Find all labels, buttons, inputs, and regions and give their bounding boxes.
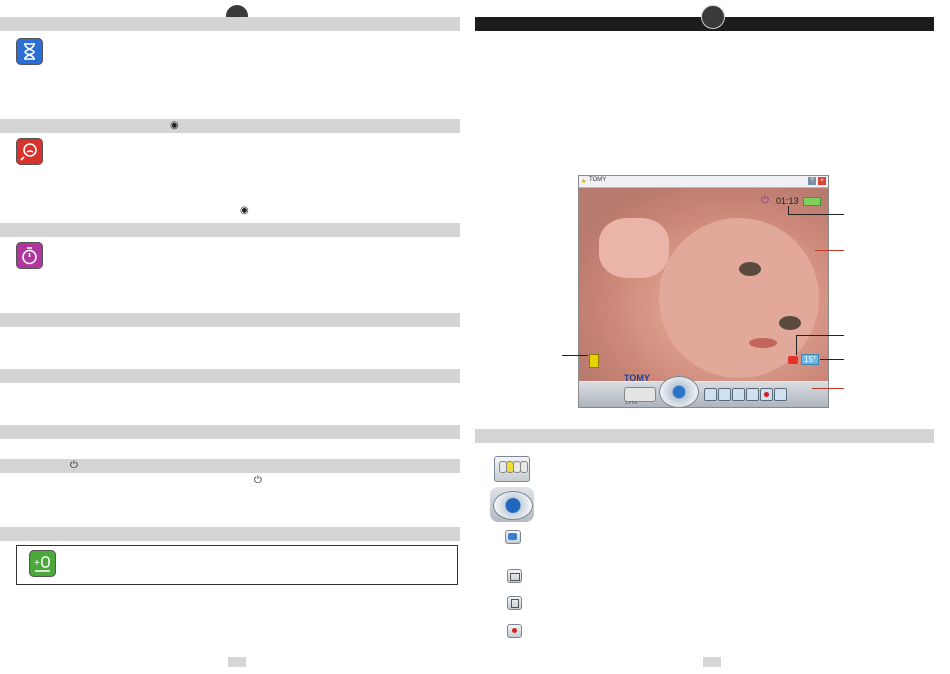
camera-numbers: 1 2 3 4 xyxy=(625,400,638,405)
direction-pad[interactable] xyxy=(659,376,699,407)
callout-line-timer-v xyxy=(788,206,789,215)
camera-selector-legend-icon xyxy=(494,456,530,482)
section-bar-7 xyxy=(0,459,460,473)
baby-eye-right xyxy=(779,316,801,330)
temperature-badge: 15° xyxy=(801,354,820,365)
fullscreen-button[interactable] xyxy=(704,388,717,401)
section-bar-8 xyxy=(0,527,460,541)
app-title: TOMY xyxy=(589,177,607,183)
snapshot-button[interactable] xyxy=(732,388,745,401)
folio-left xyxy=(228,657,246,667)
app-logo-icon: ★ xyxy=(581,179,587,185)
settings-button[interactable] xyxy=(774,388,787,401)
stopwatch-icon xyxy=(16,242,43,269)
hourglass-icon xyxy=(16,38,43,65)
callout-line-video xyxy=(815,250,844,251)
close-button[interactable]: × xyxy=(818,177,826,185)
section-bar-2 xyxy=(0,119,460,133)
app-titlebar: ★ TOMY ? × xyxy=(579,176,828,188)
callout-line-timer xyxy=(788,214,844,215)
record-button[interactable] xyxy=(760,388,773,401)
callout-line-toolbar xyxy=(812,388,844,389)
timer-readout: 01:13 xyxy=(776,196,799,206)
app-toolbar: TOMY 1 2 3 4 xyxy=(579,373,828,407)
power-icon-2: ⏻ xyxy=(254,475,262,486)
alert-icon xyxy=(788,356,798,364)
snapshot-legend-icon xyxy=(507,569,522,583)
section-bar-5 xyxy=(0,369,460,383)
baby-mouth xyxy=(749,338,777,348)
section-bar-6 xyxy=(0,425,460,439)
fullscreen-legend-icon xyxy=(505,530,521,544)
film-legend-icon xyxy=(507,596,522,610)
baby-eye-left xyxy=(739,262,761,276)
power-icon: ⏻ xyxy=(70,460,78,471)
section-bar-legend xyxy=(475,429,934,443)
help-button[interactable]: ? xyxy=(808,177,816,185)
timer-icon: ⏻ xyxy=(761,195,769,206)
baby-hand xyxy=(599,218,669,278)
svg-text:+: + xyxy=(34,558,40,569)
callout-line-badge xyxy=(820,359,844,360)
section-bar-1 xyxy=(0,17,460,31)
callout-line-signal xyxy=(562,355,588,356)
record-legend-icon xyxy=(507,624,522,638)
section-bar-4 xyxy=(0,313,460,327)
folio-right xyxy=(703,657,721,667)
film-button[interactable] xyxy=(746,388,759,401)
grid-view-button[interactable] xyxy=(718,388,731,401)
page-number-marker-right xyxy=(701,5,725,29)
callout-line-alert xyxy=(796,335,844,336)
battery-icon xyxy=(803,197,821,206)
signal-icon xyxy=(589,354,599,368)
speaker-icon: ◉ xyxy=(170,120,179,131)
monitor-app-window: ★ TOMY ? × ⏻ 01:13 15° TOMY 1 2 3 4 xyxy=(578,175,829,408)
add-camera-icon: + xyxy=(29,550,56,577)
baby-face xyxy=(659,218,819,378)
camera-video-feed: ⏻ 01:13 15° xyxy=(579,188,828,381)
brand-logo: TOMY xyxy=(624,373,650,383)
speaker-icon-2: ◉ xyxy=(240,205,249,216)
callout-line-alert-v xyxy=(796,335,797,355)
baby-cry-icon xyxy=(16,138,43,165)
note-box xyxy=(16,545,458,585)
section-bar-3 xyxy=(0,223,460,237)
direction-pad-legend-icon xyxy=(490,487,534,522)
